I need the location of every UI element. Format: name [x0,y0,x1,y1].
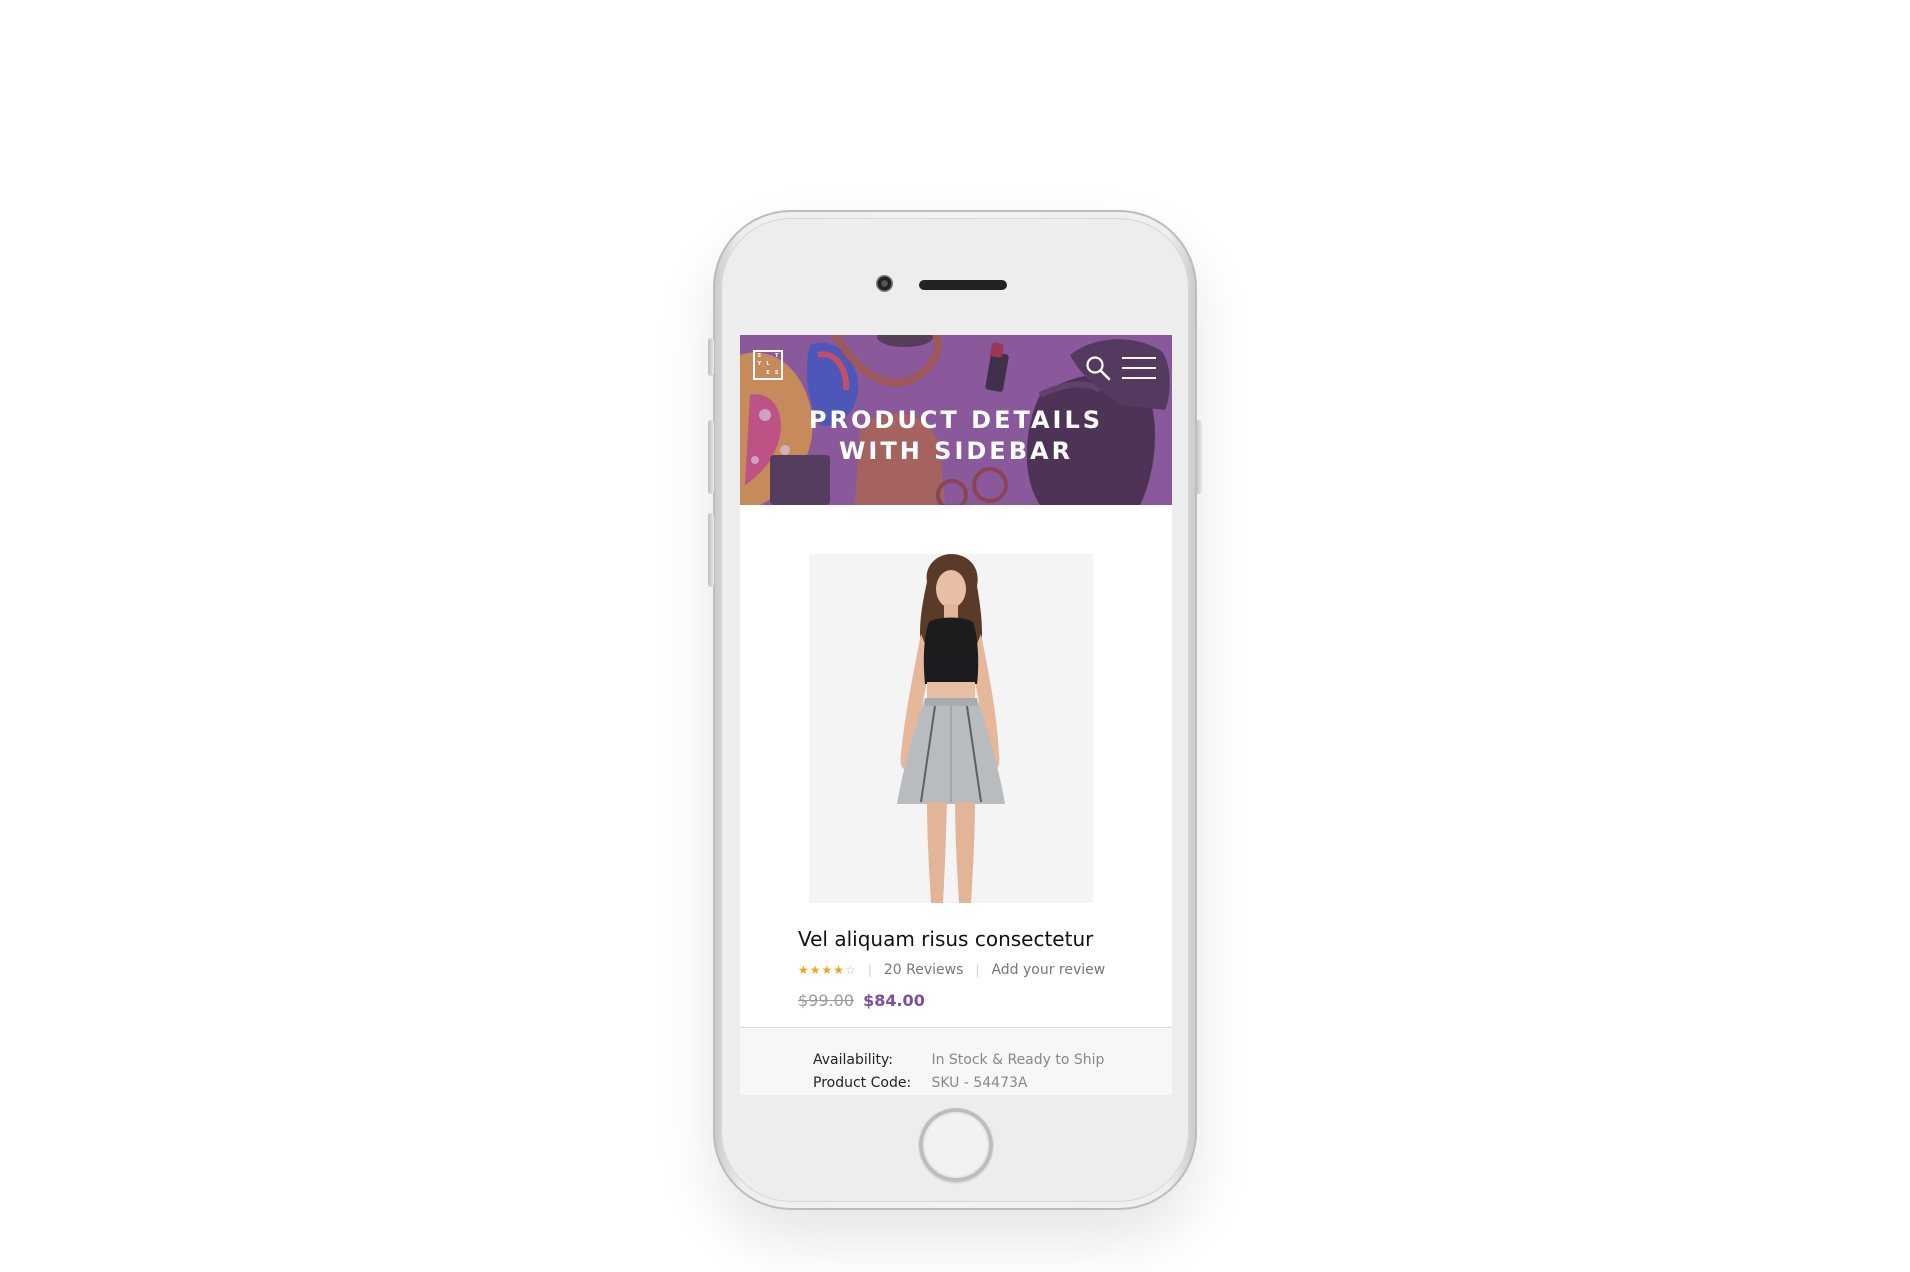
product-code-row: Product Code: SKU - 54473A [813,1075,1027,1091]
power-button [1196,420,1202,494]
logo-letter: S [774,370,779,377]
model-photo-illustration [897,554,1005,903]
product-code-label: Product Code: [813,1075,912,1091]
search-icon[interactable] [1085,355,1111,381]
volume-down-button [708,513,714,587]
price-row: $99.00 $84.00 [798,991,925,1010]
original-price: $99.00 [798,991,854,1010]
logo-letter: E [766,370,770,377]
phone-face: S T Y L E S PRODUCT DETAILS WITH SIDEBAR… [721,218,1189,1202]
availability-label: Availability: [813,1052,894,1068]
reviews-link[interactable]: 20 Reviews [884,962,964,978]
volume-up-button [708,420,714,494]
hamburger-menu-icon[interactable] [1122,357,1156,379]
add-review-link[interactable]: Add your review [991,962,1105,978]
silent-switch [708,338,714,376]
sale-price: $84.00 [863,991,925,1010]
divider-pipe: | [867,963,872,977]
star-rating: ★ ★ ★ ★ ☆ [798,964,856,976]
front-camera [876,275,893,292]
rating-row: ★ ★ ★ ★ ☆ | 20 Reviews | Add your review [798,962,1105,978]
earpiece-speaker [919,280,1007,290]
product-title: Vel aliquam risus consectetur [798,927,1094,951]
star-icon: ★ [809,963,821,977]
star-outline-icon: ☆ [845,963,856,977]
hero-banner: S T Y L E S PRODUCT DETAILS WITH SIDEBAR [740,335,1172,505]
product-code-value: SKU - 54473A [931,1075,1028,1091]
product-image[interactable] [809,554,1093,903]
logo-letter: T [774,352,779,359]
availability-row: Availability: In Stock & Ready to Ship [813,1052,1104,1068]
page-title: PRODUCT DETAILS WITH SIDEBAR [740,405,1172,467]
logo-letter: L [766,361,770,368]
phone-screen: S T Y L E S PRODUCT DETAILS WITH SIDEBAR… [740,335,1172,1095]
logo-letter: Y [757,361,762,368]
page-title-line-2: WITH SIDEBAR [838,437,1074,465]
star-icon: ★ [798,963,809,977]
brand-logo[interactable]: S T Y L E S [753,350,783,380]
star-icon: ★ [833,963,845,977]
divider-pipe: | [975,963,980,977]
phone-mockup: S T Y L E S PRODUCT DETAILS WITH SIDEBAR… [708,210,1202,1210]
page-title-line-1: PRODUCT DETAILS [808,406,1104,434]
availability-value: In Stock & Ready to Ship [931,1052,1105,1068]
home-button[interactable] [919,1108,993,1182]
logo-letter: S [757,352,762,359]
star-icon: ★ [821,963,833,977]
